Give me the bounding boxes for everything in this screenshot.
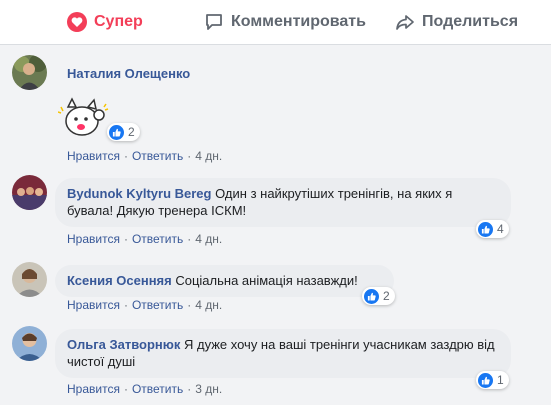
comment-author[interactable]: Bydunok Kyltyru Bereg — [67, 186, 211, 201]
like-link[interactable]: Нравится — [67, 298, 120, 312]
comment-bubble: Ксения Осенняя Соціальна анімація назавж… — [55, 265, 394, 297]
comment-meta: Нравится · Ответить · 4 дн. — [67, 149, 223, 163]
comment-author[interactable]: Наталия Олещенко — [67, 66, 190, 81]
like-thumb-icon — [478, 372, 493, 388]
like-link[interactable]: Нравится — [67, 232, 120, 246]
speech-bubble-icon — [203, 11, 225, 33]
share-button[interactable]: Поделиться — [394, 0, 518, 44]
share-button-label: Поделиться — [422, 13, 519, 30]
reply-link[interactable]: Ответить — [132, 382, 183, 396]
heart-reaction-icon — [66, 11, 88, 33]
like-button-label: Супер — [94, 13, 143, 30]
comment-timestamp[interactable]: 4 дн. — [195, 298, 222, 312]
avatar[interactable] — [12, 55, 47, 90]
avatar[interactable] — [12, 326, 47, 361]
reply-link[interactable]: Ответить — [132, 298, 183, 312]
avatar[interactable] — [12, 175, 47, 210]
reaction-count-value: 1 — [497, 373, 504, 387]
comment-timestamp[interactable]: 4 дн. — [195, 149, 222, 163]
reply-link[interactable]: Ответить — [132, 149, 183, 163]
like-link[interactable]: Нравится — [67, 382, 120, 396]
reaction-count-value: 2 — [128, 125, 135, 139]
reaction-count-value: 4 — [497, 222, 504, 236]
comment-timestamp[interactable]: 3 дн. — [195, 382, 222, 396]
comment-meta: Нравится · Ответить · 4 дн. — [67, 232, 223, 246]
like-link[interactable]: Нравится — [67, 149, 120, 163]
comment-bubble: Bydunok Kyltyru Bereg Один з найкрутіших… — [55, 178, 511, 227]
comment-author[interactable]: Ксения Осенняя — [67, 273, 172, 288]
reaction-count[interactable]: 1 — [476, 371, 509, 389]
reply-link[interactable]: Ответить — [132, 232, 183, 246]
comment-timestamp[interactable]: 4 дн. — [195, 232, 222, 246]
like-thumb-icon — [109, 124, 124, 140]
comment-text: Соціальна анімація назавжди! — [175, 273, 358, 288]
avatar[interactable] — [12, 262, 47, 297]
comment-author[interactable]: Ольга Затворнюк — [67, 337, 180, 352]
reaction-count-value: 2 — [383, 289, 390, 303]
comment-button-label: Комментировать — [231, 13, 366, 30]
like-thumb-icon — [364, 288, 379, 304]
reaction-count[interactable]: 2 — [107, 123, 140, 141]
waving-cat-sticker — [57, 97, 110, 148]
reaction-count[interactable]: 4 — [476, 220, 509, 238]
post-action-bar: Супер Комментировать Поделиться — [0, 0, 551, 45]
comment-meta: Нравится · Ответить · 3 дн. — [67, 382, 223, 396]
like-button[interactable]: Супер — [66, 0, 143, 44]
like-thumb-icon — [478, 221, 493, 237]
comment-button[interactable]: Комментировать — [203, 0, 366, 44]
comment-meta: Нравится · Ответить · 4 дн. — [67, 298, 223, 312]
reaction-count[interactable]: 2 — [362, 287, 395, 305]
comment-bubble: Ольга Затворнюк Я дуже хочу на ваші трен… — [55, 329, 511, 378]
share-arrow-icon — [394, 11, 416, 33]
